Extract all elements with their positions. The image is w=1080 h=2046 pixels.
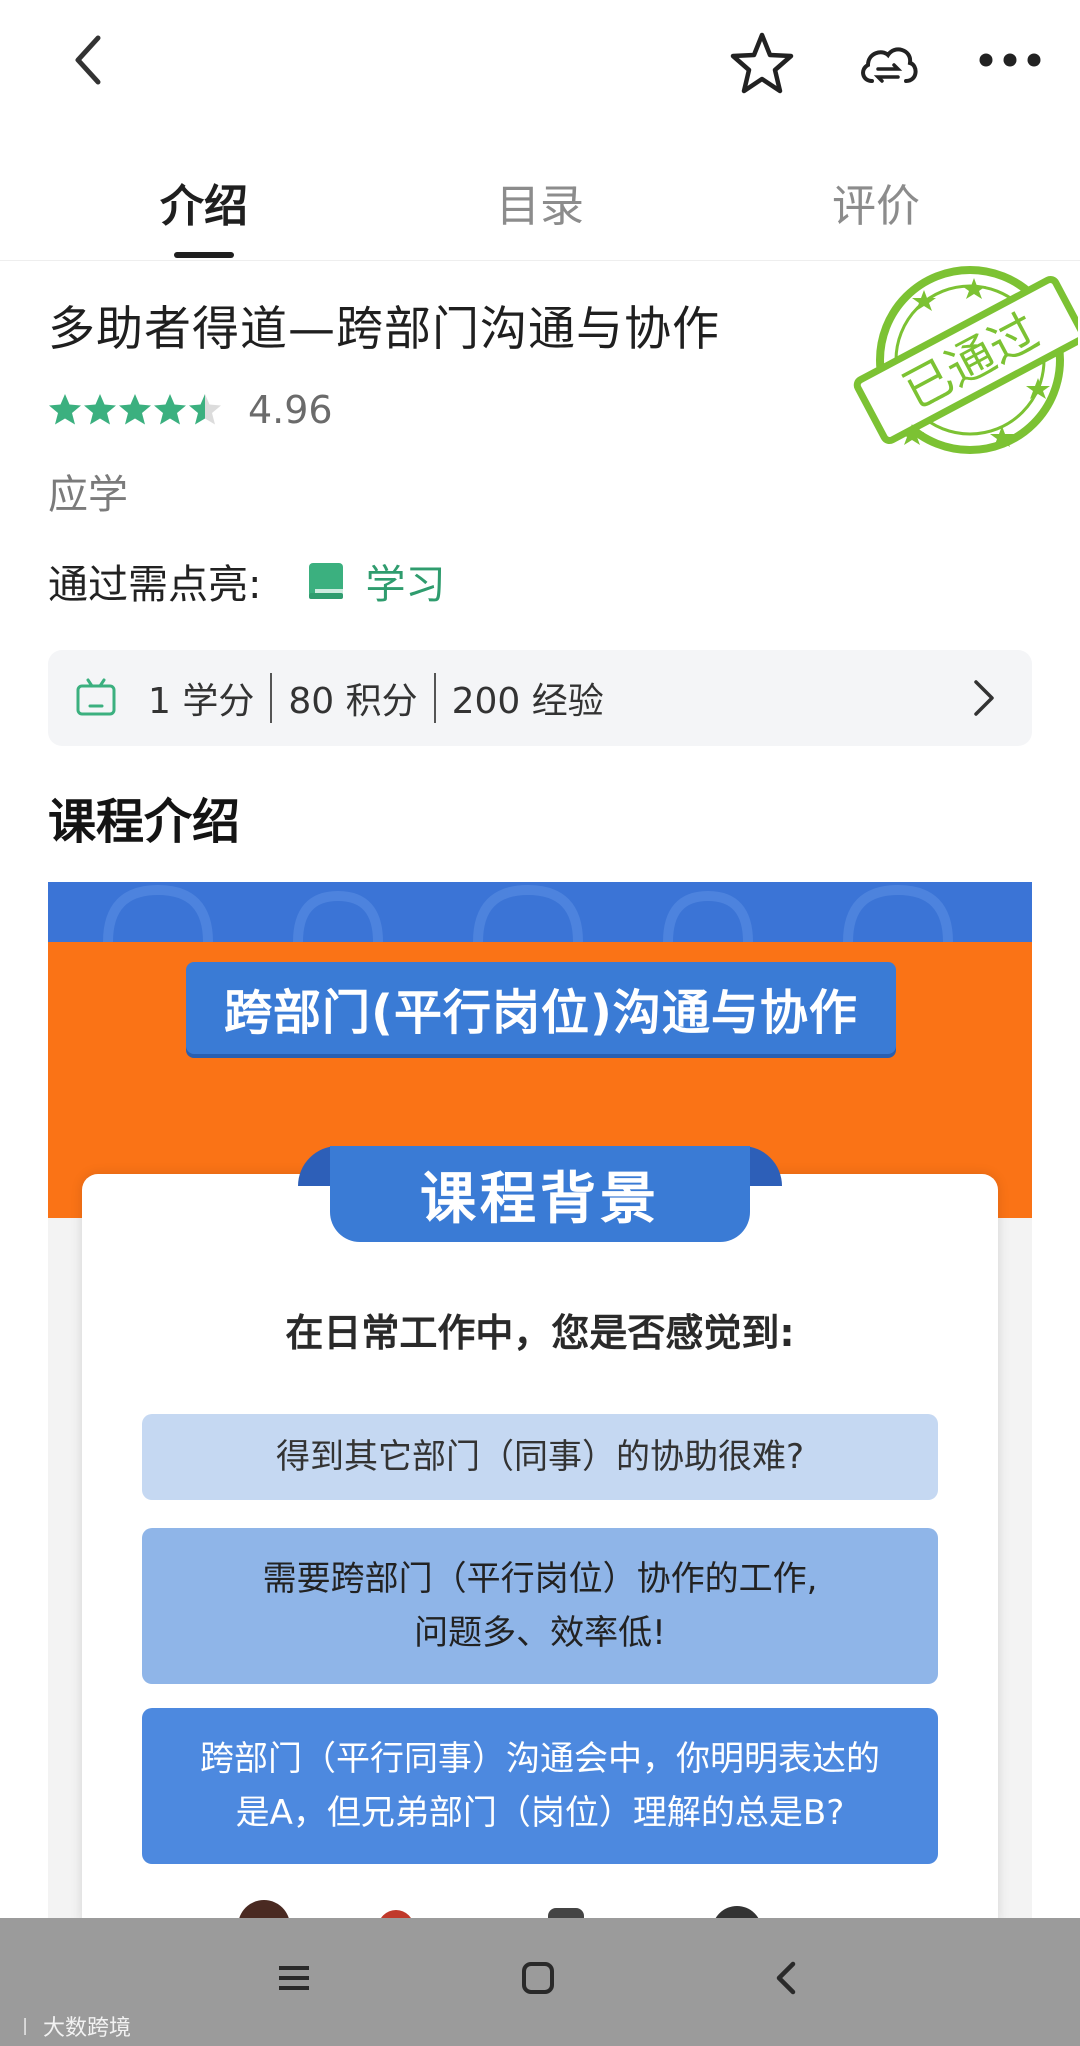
cloud-sync-icon[interactable] xyxy=(848,30,928,100)
pass-requirement: 通过需点亮: 学习 xyxy=(48,552,445,610)
passed-stamp: 已通过 xyxy=(852,262,1080,458)
poster-box-3-line-2: 是A，但兄弟部门（岗位）理解的总是B? xyxy=(235,1793,845,1833)
back-arrow-icon[interactable] xyxy=(58,22,118,98)
experience-points: 200 经验 xyxy=(451,681,604,722)
tab-bar: 介绍 目录 评价 xyxy=(0,130,1080,261)
requirement-label: 通过需点亮: xyxy=(48,562,262,608)
tab-reviews[interactable]: 评价 xyxy=(776,170,976,234)
watermark-logo-icon: ㆐ xyxy=(14,2016,37,2041)
poster-banner-title: 跨部门(平行岗位)沟通与协作 xyxy=(186,962,896,1054)
tab-catalog[interactable]: 目录 xyxy=(440,170,640,234)
watermark-text: 大数跨境 xyxy=(43,2016,132,2041)
credits-row[interactable]: 1 学分 80 积分 200 经验 xyxy=(48,650,1032,746)
poster-box-3-line-1: 跨部门（平行同事）沟通会中，你明明表达的 xyxy=(200,1739,880,1779)
rating-row: 4.96 xyxy=(48,380,333,440)
rating-value: 4.96 xyxy=(248,388,333,432)
tv-rewards-icon xyxy=(76,678,116,716)
credit-points: 1 学分 xyxy=(148,681,255,722)
score-points: 80 积分 xyxy=(288,681,418,722)
rating-stars-icon xyxy=(49,394,221,425)
home-square-icon[interactable] xyxy=(516,1956,560,2000)
poster-box-2-line-1: 需要跨部门（平行岗位）协作的工作, xyxy=(262,1559,818,1599)
back-chevron-icon[interactable] xyxy=(764,1956,808,2000)
poster-box-3: 跨部门（平行同事）沟通会中，你明明表达的 是A，但兄弟部门（岗位）理解的总是B? xyxy=(142,1708,938,1864)
top-bar xyxy=(0,0,1080,130)
menu-icon[interactable] xyxy=(272,1956,316,2000)
poster-box-1-text: 得到其它部门（同事）的协助很难? xyxy=(275,1437,805,1477)
poster-box-2: 需要跨部门（平行岗位）协作的工作, 问题多、效率低! xyxy=(142,1528,938,1684)
watermark: ㆐ 大数跨境 xyxy=(14,2010,131,2042)
book-icon xyxy=(309,563,344,599)
course-title: 多助者得道—跨部门沟通与协作 xyxy=(48,302,720,357)
course-intro-poster: 跨部门(平行岗位)沟通与协作 课程背景 在日常工作中，您是否感觉到: 得到其它部… xyxy=(48,882,1032,1922)
course-category: 应学 xyxy=(48,472,128,518)
tab-intro[interactable]: 介绍 xyxy=(104,170,304,234)
poster-blue-band xyxy=(48,882,1032,943)
requirement-item-label: 学习 xyxy=(365,562,446,608)
section-title-intro: 课程介绍 xyxy=(48,794,241,850)
star-icon[interactable] xyxy=(724,26,800,102)
active-tab-indicator xyxy=(174,252,234,258)
requirement-study[interactable]: 学习 xyxy=(307,552,445,610)
poster-box-2-line-2: 问题多、效率低! xyxy=(414,1613,666,1653)
chevron-right-icon xyxy=(974,680,994,716)
poster-card-tab: 课程背景 xyxy=(330,1146,750,1242)
poster-box-1: 得到其它部门（同事）的协助很难? xyxy=(142,1414,938,1500)
system-nav-bar xyxy=(0,1918,1080,2046)
poster-question: 在日常工作中，您是否感觉到: xyxy=(285,1311,795,1355)
more-icon[interactable] xyxy=(976,40,1044,80)
